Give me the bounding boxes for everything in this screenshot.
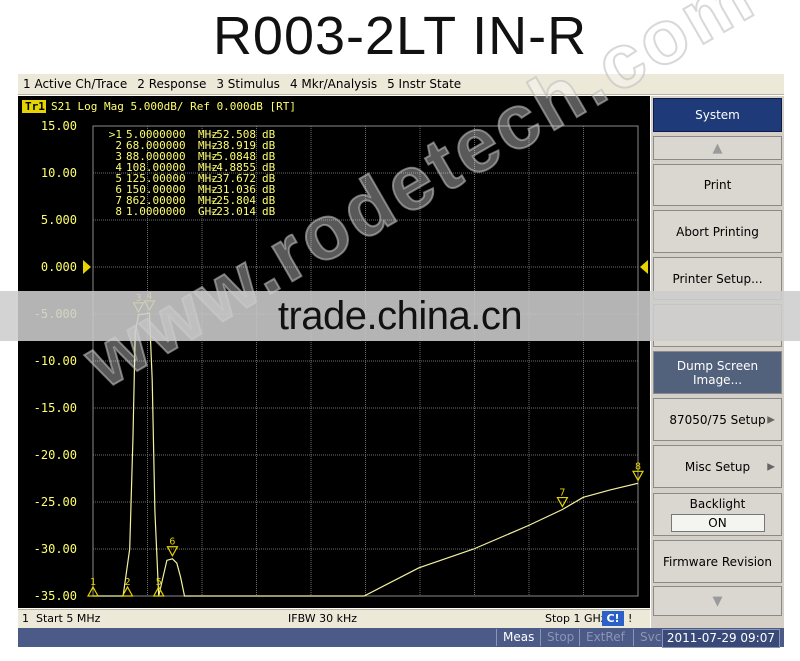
banner-text: trade.china.cn xyxy=(277,294,523,338)
softkey-abort-printing[interactable]: Abort Printing xyxy=(653,210,782,253)
softkey-dump-screen-image[interactable]: Dump Screen Image... xyxy=(653,351,782,394)
y-tick-label: -30.00 xyxy=(34,542,77,556)
y-tick-label: 10.00 xyxy=(41,166,77,180)
stop-frequency: Stop 1 GHz xyxy=(545,612,607,625)
marker-number: 5 xyxy=(156,577,162,588)
backlight-state: ON xyxy=(670,514,765,532)
softkey-87050-75-setup[interactable]: 87050/75 Setup ▶ xyxy=(653,398,782,441)
y-tick-label: -15.00 xyxy=(34,401,77,415)
y-tick-label: 0.000 xyxy=(41,260,77,274)
marker-number: 2 xyxy=(125,577,131,588)
marker-number: 1 xyxy=(90,577,96,588)
marker-id: 8 xyxy=(115,205,122,218)
instrument-status-bar: Meas Stop ExtRef Svc 2011-07-29 09:07 xyxy=(18,628,784,648)
ref-level-marker-left xyxy=(83,260,91,274)
softkey-label: Abort Printing xyxy=(676,224,759,239)
status-bar: 1 Start 5 MHz IFBW 30 kHz Stop 1 GHz C! … xyxy=(18,609,650,628)
softkey-label: 87050/75 Setup xyxy=(669,412,766,427)
softkey-label: Dump Screen Image... xyxy=(676,358,759,387)
trace-header-text: S21 Log Mag 5.000dB/ Ref 0.000dB [RT] xyxy=(51,100,296,113)
extref-indicator: ExtRef xyxy=(579,629,631,646)
menu-active-ch-trace[interactable]: 1 Active Ch/Trace xyxy=(18,77,132,91)
submenu-arrow-icon: ▶ xyxy=(767,461,775,472)
y-tick-label: -20.00 xyxy=(34,448,77,462)
marker-number: 6 xyxy=(169,537,175,548)
marker-number: 8 xyxy=(635,461,641,472)
softkey-label: ▲ xyxy=(712,140,723,156)
trace-tag: Tr1 xyxy=(25,100,45,113)
softkey-label: ▼ xyxy=(712,593,723,609)
softkey-label: Misc Setup xyxy=(684,459,751,474)
softkey-label: Printer Setup... xyxy=(672,271,763,286)
softkey-scroll-1[interactable]: ▲ xyxy=(653,136,782,160)
stop-indicator: Stop xyxy=(540,629,580,646)
marker-triangle xyxy=(166,546,179,557)
warning-indicator: ! xyxy=(628,612,633,625)
marker-number: 7 xyxy=(559,488,565,499)
menu-mkr-analysis[interactable]: 4 Mkr/Analysis xyxy=(285,77,382,91)
y-tick-label: -25.00 xyxy=(34,495,77,509)
y-tick-label: -10.00 xyxy=(34,354,77,368)
softkey-panel: System ▲ Print Abort Printing Printer Setup.… xyxy=(651,96,784,628)
softkey-label: Print xyxy=(703,178,732,192)
softkey-label: Backlight xyxy=(689,497,746,511)
calibration-indicator: C! xyxy=(602,611,624,626)
date-time: 2011-07-29 09:07 xyxy=(661,629,780,648)
marker-frequency: 1.0000000 xyxy=(126,205,186,218)
submenu-arrow-icon: ▶ xyxy=(767,414,775,425)
softkey-print[interactable]: Print xyxy=(653,164,782,206)
ifbw-readout: IFBW 30 kHz xyxy=(288,612,358,625)
meas-indicator: Meas xyxy=(496,629,540,646)
start-frequency: Start 5 MHz xyxy=(36,612,101,625)
menu-instr-state[interactable]: 5 Instr State xyxy=(382,77,466,91)
softkey-misc-setup[interactable]: Misc Setup ▶ xyxy=(653,445,782,488)
softkey-backlight[interactable]: Backlight ON xyxy=(653,493,782,536)
softkey-label: System xyxy=(695,108,740,122)
softkey-firmware-revision[interactable]: Firmware Revision xyxy=(653,540,782,583)
softkey-system[interactable]: System xyxy=(653,98,782,132)
y-tick-label: 15.00 xyxy=(41,119,77,133)
menu-stimulus[interactable]: 3 Stimulus xyxy=(211,77,285,91)
softkey-scroll-11[interactable]: ▼ xyxy=(653,586,782,616)
y-tick-label: -35.00 xyxy=(34,589,77,603)
channel-number: 1 xyxy=(22,612,29,625)
marker-value: -23.014 xyxy=(210,205,257,218)
menu-response[interactable]: 2 Response xyxy=(132,77,211,91)
y-tick-label: 5.000 xyxy=(41,213,77,227)
ref-level-marker-right xyxy=(640,260,648,274)
softkey-label: Firmware Revision xyxy=(663,554,772,569)
